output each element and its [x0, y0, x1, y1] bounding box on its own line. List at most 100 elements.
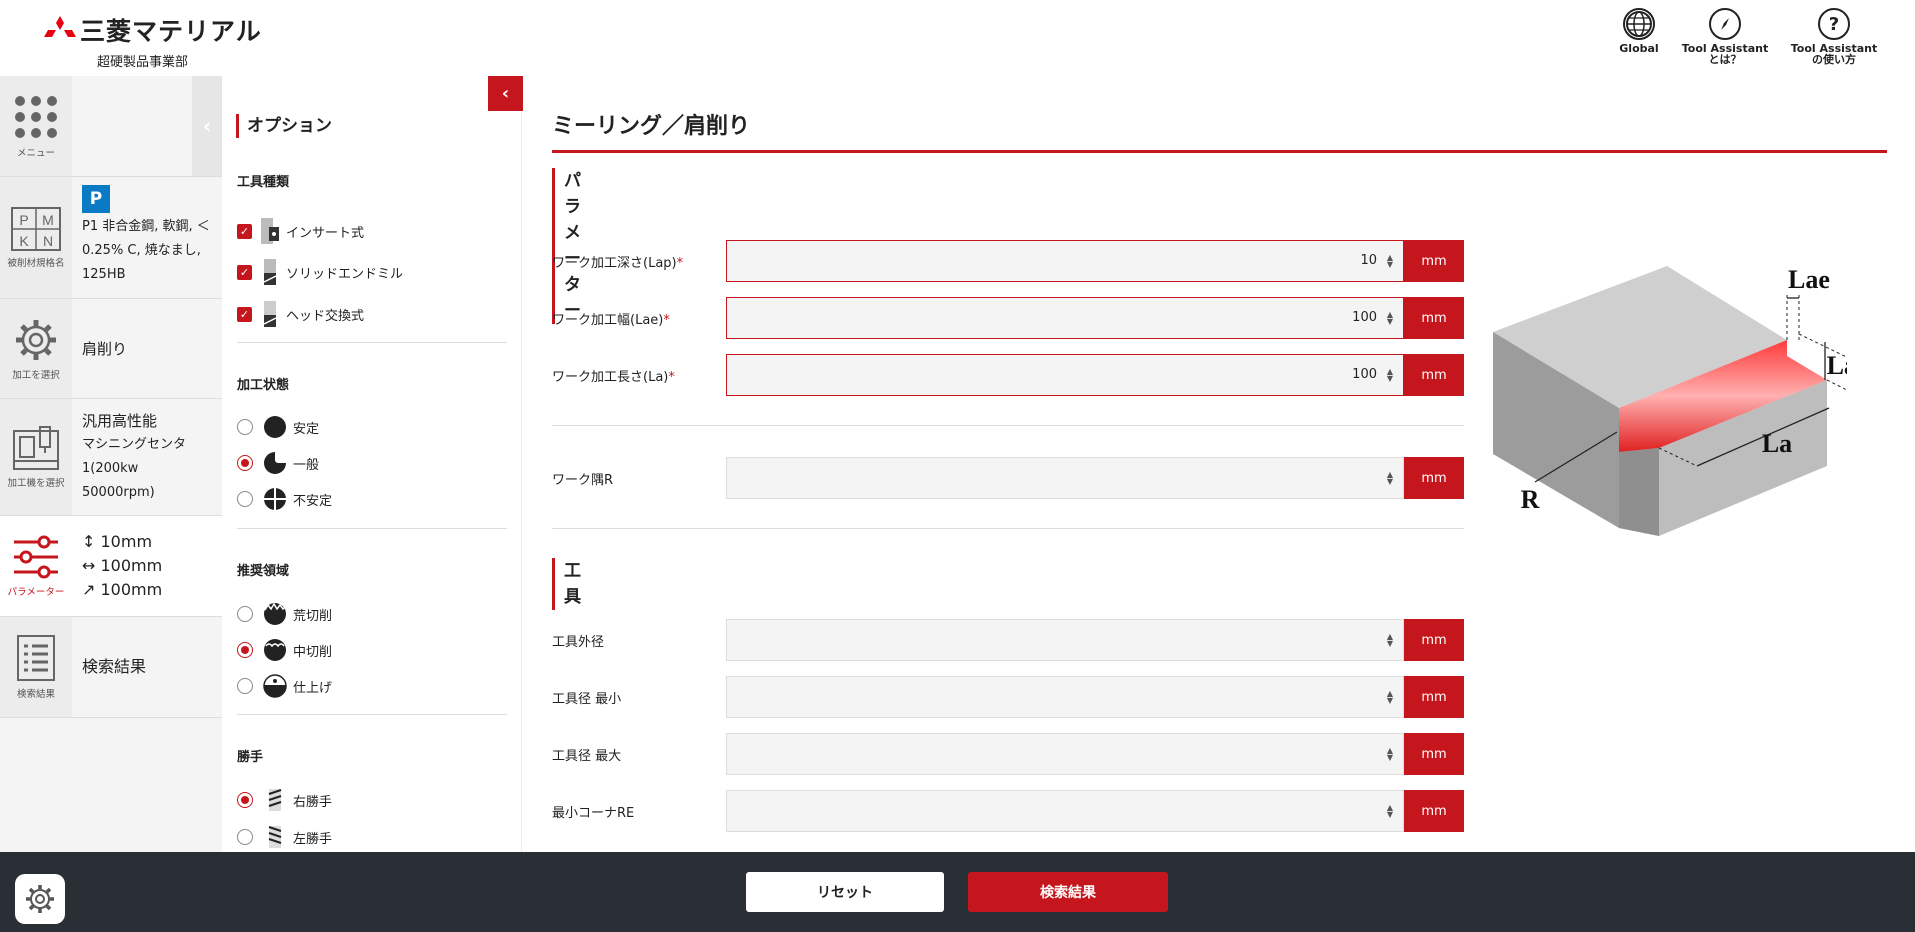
condition-stable[interactable]: 安定 — [237, 415, 319, 439]
normal-icon — [264, 452, 286, 474]
svg-text:K: K — [19, 233, 29, 249]
condition-unstable-label: 不安定 — [293, 493, 333, 509]
length-input[interactable]: 100 ▲ ▼ — [726, 354, 1404, 396]
nav-process[interactable]: 加工を選択 肩削り — [0, 299, 222, 399]
spinner-icon[interactable]: ▲ ▼ — [1387, 471, 1393, 486]
nav-collapse-button[interactable]: ‹ — [192, 76, 222, 176]
field-depth: ワーク加工深さ(Lap)* 10 ▲ ▼ mm — [552, 240, 1464, 282]
radio-selected-icon[interactable] — [237, 642, 253, 658]
logo[interactable]: 三菱マテリアル — [44, 12, 262, 48]
depth-input[interactable]: 10 ▲ ▼ — [726, 240, 1404, 282]
width-input[interactable]: 100 ▲ ▼ — [726, 297, 1404, 339]
field-length-label: ワーク加工長さ(La) — [552, 370, 669, 385]
nav-menu[interactable]: メニュー — [0, 76, 222, 177]
stable-icon — [264, 416, 286, 438]
params-caption: パラメーター — [7, 587, 65, 598]
question-icon: ? — [1818, 8, 1850, 40]
region-rough[interactable]: 荒切削 — [237, 602, 332, 626]
radio-icon[interactable] — [237, 606, 253, 622]
nav-parameters[interactable]: パラメーター ↕ 10mm ↔ 100mm ↗ 100mm — [0, 516, 222, 617]
how-to-use-button[interactable]: ? Tool Assistant の使い方 — [1789, 8, 1879, 65]
unit-label: mm — [1404, 676, 1464, 718]
menu-tile[interactable]: メニュー — [0, 76, 72, 176]
about-tool-assistant-button[interactable]: Tool Assistant とは？ — [1680, 8, 1770, 65]
dia-max-input[interactable]: ▲ ▼ — [726, 733, 1404, 775]
page-title: ミーリング／肩削り — [552, 108, 1887, 153]
checkbox-checked-icon[interactable]: ✓ — [237, 264, 252, 280]
radio-icon[interactable] — [237, 491, 253, 507]
nav-results[interactable]: 検索結果 検索結果 — [0, 617, 222, 718]
spinner-icon[interactable]: ▲ ▼ — [1387, 633, 1393, 648]
radio-icon[interactable] — [237, 419, 253, 435]
machine-line2: マシニングセンタ — [82, 437, 187, 452]
unit-label: mm — [1404, 619, 1464, 661]
tool-type-solid[interactable]: ✓ ソリッドエンドミル — [237, 258, 403, 286]
checkbox-checked-icon[interactable]: ✓ — [237, 306, 252, 322]
radio-icon[interactable] — [237, 678, 253, 694]
radio-selected-icon[interactable] — [237, 455, 253, 471]
tool-type-heading: 工具種類 — [237, 175, 290, 190]
tool-dia-input[interactable]: ▲ ▼ — [726, 619, 1404, 661]
region-heading: 推奨領域 — [237, 564, 290, 579]
radio-selected-icon[interactable] — [237, 792, 253, 808]
spinner-icon[interactable]: ▲ ▼ — [1387, 747, 1393, 762]
spinner-icon[interactable]: ▲ ▼ — [1387, 311, 1393, 326]
division-name: 超硬製品事業部 — [97, 55, 189, 70]
chevron-left-icon: ‹ — [501, 83, 510, 104]
hand-left[interactable]: 左勝手 — [237, 825, 332, 849]
region-finish[interactable]: 仕上げ — [237, 674, 332, 698]
options-panel: ‹ オプション 工具種類 ✓ インサート式 ✓ ソリッドエンドミル ✓ ヘッド交… — [222, 76, 523, 852]
field-min-re-label: 最小コーナRE — [552, 806, 635, 821]
options-collapse-button[interactable]: ‹ — [488, 76, 523, 111]
material-text: P1 非合金鋼, 軟鋼, ＜0.25% C, 焼なまし, 125HB — [82, 219, 210, 282]
params-length: ↗ 100mm — [82, 580, 163, 599]
field-corner-r: ワーク隅R ▲ ▼ mm — [552, 457, 1464, 499]
insert-tool-icon — [261, 218, 279, 244]
min-re-input[interactable]: ▲ ▼ — [726, 790, 1404, 832]
hand-right-label: 右勝手 — [293, 794, 333, 810]
corner-r-input[interactable]: ▲ ▼ — [726, 457, 1404, 499]
tool-type-insert[interactable]: ✓ インサート式 — [237, 217, 364, 245]
finish-icon — [263, 674, 287, 698]
reset-button[interactable]: リセット — [746, 872, 944, 912]
field-dia-min-label: 工具径 最小 — [552, 692, 622, 707]
global-button[interactable]: Global — [1594, 8, 1684, 54]
nav-material[interactable]: P M K N 被削材規格名 P P1 非合金鋼, 軟鋼, ＜0.25% C, … — [0, 177, 222, 299]
required-mark: * — [663, 313, 670, 328]
field-width-label: ワーク加工幅(Lae) — [552, 313, 664, 328]
hand-right[interactable]: 右勝手 — [237, 788, 332, 812]
settings-button[interactable] — [15, 874, 65, 924]
about-label: Tool Assistant とは？ — [1681, 42, 1769, 66]
condition-stable-label: 安定 — [293, 421, 320, 437]
checkbox-checked-icon[interactable]: ✓ — [237, 223, 252, 239]
unit-label: mm — [1404, 457, 1464, 499]
nav-machine[interactable]: 加工機を選択 汎用高性能 マシニングセンタ 1(200kw 50000rpm) — [0, 399, 222, 516]
field-length: ワーク加工長さ(La)* 100 ▲ ▼ mm — [552, 354, 1464, 396]
tool-type-head-label: ヘッド交換式 — [286, 308, 365, 324]
condition-unstable[interactable]: 不安定 — [237, 487, 332, 511]
options-title: オプション — [236, 114, 332, 138]
spinner-icon[interactable]: ▲ ▼ — [1387, 804, 1393, 819]
right-hand-icon — [268, 789, 282, 811]
condition-normal[interactable]: 一般 — [237, 451, 319, 475]
dia-min-input[interactable]: ▲ ▼ — [726, 676, 1404, 718]
tool-heading: 工具 — [552, 558, 581, 610]
field-corner-r-label: ワーク隅R — [552, 473, 614, 488]
grid-dots-icon — [15, 96, 57, 138]
how-to-use-label: Tool Assistant の使い方 — [1790, 42, 1878, 66]
params-depth: ↕ 10mm — [82, 532, 153, 551]
region-medium[interactable]: 中切削 — [237, 638, 332, 662]
unit-label: mm — [1404, 733, 1464, 775]
unstable-icon — [264, 488, 286, 510]
logo-text: 三菱マテリアル — [80, 17, 262, 46]
spinner-icon[interactable]: ▲ ▼ — [1387, 368, 1393, 383]
field-dia-min: 工具径 最小 ▲ ▼ mm — [552, 676, 1464, 718]
search-results-button[interactable]: 検索結果 — [968, 872, 1168, 912]
spinner-icon[interactable]: ▲ ▼ — [1387, 690, 1393, 705]
radio-icon[interactable] — [237, 829, 253, 845]
spinner-icon[interactable]: ▲ ▼ — [1387, 254, 1393, 269]
solid-endmill-icon — [263, 259, 277, 285]
left-nav: メニュー ‹ P M K N 被削材規格名 P P1 非合金鋼, 軟鋼, ＜0.… — [0, 76, 222, 852]
tool-type-head[interactable]: ✓ ヘッド交換式 — [237, 300, 364, 328]
compass-icon — [1709, 8, 1741, 40]
